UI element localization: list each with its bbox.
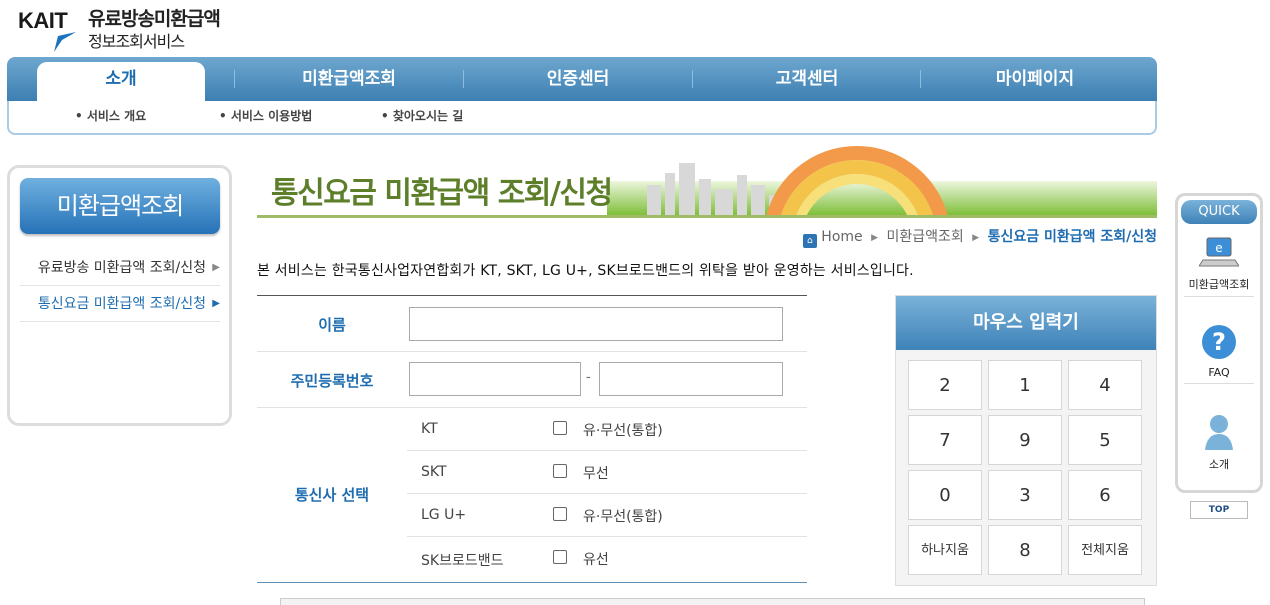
left-menu-item-cable-refund[interactable]: 유료방송 미환급액 조회/신청 ▶ [20, 250, 220, 286]
page-title: 통신요금 미환급액 조회/신청 [271, 176, 613, 211]
rrn-dash: - [586, 370, 591, 385]
logo-wing-icon [54, 32, 76, 52]
quick-item-label: FAQ [1208, 366, 1230, 379]
telco-name: LG U+ [421, 507, 467, 523]
breadcrumb-arrow-icon: ▶ [972, 233, 980, 243]
keypad-key[interactable]: 6 [1068, 470, 1142, 520]
left-menu: 미환급액조회 유료방송 미환급액 조회/신청 ▶ 통신요금 미환급액 조회/신청… [7, 165, 232, 426]
telco-service: 무선 [583, 466, 609, 482]
keypad-key[interactable]: 0 [908, 470, 982, 520]
form-row-rrn: 주민등록번호 - [257, 352, 807, 408]
quick-item-refund-lookup[interactable]: e 미환급액조회 [1184, 232, 1254, 297]
svg-text:?: ? [1212, 328, 1226, 356]
telco-name: SKT [421, 464, 447, 480]
telco-checkbox[interactable] [553, 464, 567, 478]
keypad-key[interactable]: 3 [988, 470, 1062, 520]
subnav-how-to-use[interactable]: • 서비스 이용방법 [219, 107, 312, 124]
telco-option-skt: SKT 무선 [407, 451, 807, 494]
telco-service: 유·무선(통합) [583, 509, 663, 525]
telco-name: SK브로드밴드 [421, 553, 504, 569]
telco-option-kt: KT 유·무선(통합) [407, 408, 807, 451]
breadcrumb: ⌂ Home ▶ 미환급액조회 ▶ 통신요금 미환급액 조회/신청 [802, 226, 1157, 248]
service-intro-text: 본 서비스는 한국통신사업자연합회가 KT, SKT, LG U+, SK브로드… [257, 263, 914, 279]
subnav-service-overview[interactable]: • 서비스 개요 [75, 107, 146, 124]
name-input[interactable] [409, 307, 783, 341]
site-logo[interactable]: KAIT 유료방송미환급액 정보조회서비스 [18, 2, 238, 54]
keypad-key[interactable]: 4 [1068, 360, 1142, 410]
telco-checkbox[interactable] [553, 507, 567, 521]
lookup-form: 이름 주민등록번호 - 통신사 선택 KT 유·무선(통합) SKT 무선 LG… [257, 295, 807, 583]
breadcrumb-current: 통신요금 미환급액 조회/신청 [987, 229, 1157, 245]
telco-checkbox[interactable] [553, 421, 567, 435]
keypad-key[interactable]: 8 [988, 525, 1062, 575]
arrow-right-icon: ▶ [212, 262, 220, 273]
subnav-directions[interactable]: • 찾아오시는 길 [381, 107, 463, 124]
rrn-back-input[interactable] [599, 362, 783, 396]
telco-checkbox[interactable] [553, 550, 567, 564]
scroll-top-button[interactable]: TOP [1190, 501, 1248, 519]
arrow-right-icon: ▶ [212, 298, 220, 309]
keypad-delete-one-button[interactable]: 하나지움 [908, 525, 982, 575]
rrn-label: 주민등록번호 [290, 372, 374, 390]
rrn-front-input[interactable] [409, 362, 581, 396]
form-row-telco: 통신사 선택 KT 유·무선(통합) SKT 무선 LG U+ 유·무선(통합)… [257, 408, 807, 583]
laptop-icon: e [1199, 237, 1239, 267]
home-icon[interactable]: ⌂ [802, 234, 817, 248]
form-row-name: 이름 [257, 296, 807, 352]
left-menu-item-label: 유료방송 미환급액 조회/신청 [37, 260, 206, 276]
nav-item-intro[interactable]: 소개 [37, 62, 205, 101]
keypad-key[interactable]: 5 [1068, 415, 1142, 465]
telco-service: 유선 [583, 552, 609, 568]
nav-item-customer-center[interactable]: 고객센터 [693, 57, 921, 101]
keypad-key[interactable]: 9 [988, 415, 1062, 465]
telco-option-skb: SK브로드밴드 유선 [407, 537, 807, 580]
quick-item-label: 소개 [1208, 458, 1230, 471]
keypad-key[interactable]: 2 [908, 360, 982, 410]
logo-title-line2: 정보조회서비스 [88, 32, 185, 51]
keypad-key[interactable]: 7 [908, 415, 982, 465]
telco-option-lgu: LG U+ 유·무선(통합) [407, 494, 807, 537]
keypad-clear-all-button[interactable]: 전체지움 [1068, 525, 1142, 575]
logo-title-line1: 유료방송미환급액 [88, 8, 221, 30]
nav-item-auth-center[interactable]: 인증센터 [464, 57, 692, 101]
left-menu-item-label: 통신요금 미환급액 조회/신청 [37, 296, 206, 312]
bottom-content-box [280, 598, 1145, 605]
keypad-key[interactable]: 1 [988, 360, 1062, 410]
logo-brand: KAIT [18, 8, 68, 33]
nav-item-refund-lookup[interactable]: 미환급액조회 [235, 57, 463, 101]
person-icon [1205, 415, 1233, 450]
breadcrumb-home[interactable]: Home [821, 229, 862, 245]
quick-menu: QUICK e 미환급액조회 ? FAQ 소개 [1175, 193, 1263, 493]
keypad-title: 마우스 입력기 [896, 296, 1156, 350]
left-menu-item-telecom-refund[interactable]: 통신요금 미환급액 조회/신청 ▶ [20, 286, 220, 322]
quick-item-intro[interactable]: 소개 [1184, 412, 1254, 476]
telco-name: KT [421, 421, 438, 437]
name-label: 이름 [318, 316, 346, 334]
svg-text:e: e [1215, 241, 1222, 255]
breadcrumb-mid[interactable]: 미환급액조회 [886, 229, 963, 245]
telco-service: 유·무선(통합) [583, 423, 663, 439]
sub-navigation: • 서비스 개요 • 서비스 이용방법 • 찾아오시는 길 [7, 101, 1157, 135]
quick-item-faq[interactable]: ? FAQ [1184, 322, 1254, 384]
page-title-banner: 통신요금 미환급액 조회/신청 [257, 140, 1157, 218]
left-menu-title: 미환급액조회 [20, 178, 220, 234]
question-icon: ? [1202, 325, 1236, 359]
quick-item-label: 미환급액조회 [1188, 278, 1250, 291]
quick-menu-title: QUICK [1181, 200, 1257, 224]
breadcrumb-arrow-icon: ▶ [871, 233, 879, 243]
mouse-keypad: 마우스 입력기 2 1 4 7 9 5 0 3 6 하나지움 8 전체지움 [895, 295, 1157, 586]
nav-item-mypage[interactable]: 마이페이지 [921, 57, 1149, 101]
telco-label: 통신사 선택 [294, 486, 370, 504]
main-navigation: 소개 미환급액조회 인증센터 고객센터 마이페이지 [7, 57, 1157, 101]
